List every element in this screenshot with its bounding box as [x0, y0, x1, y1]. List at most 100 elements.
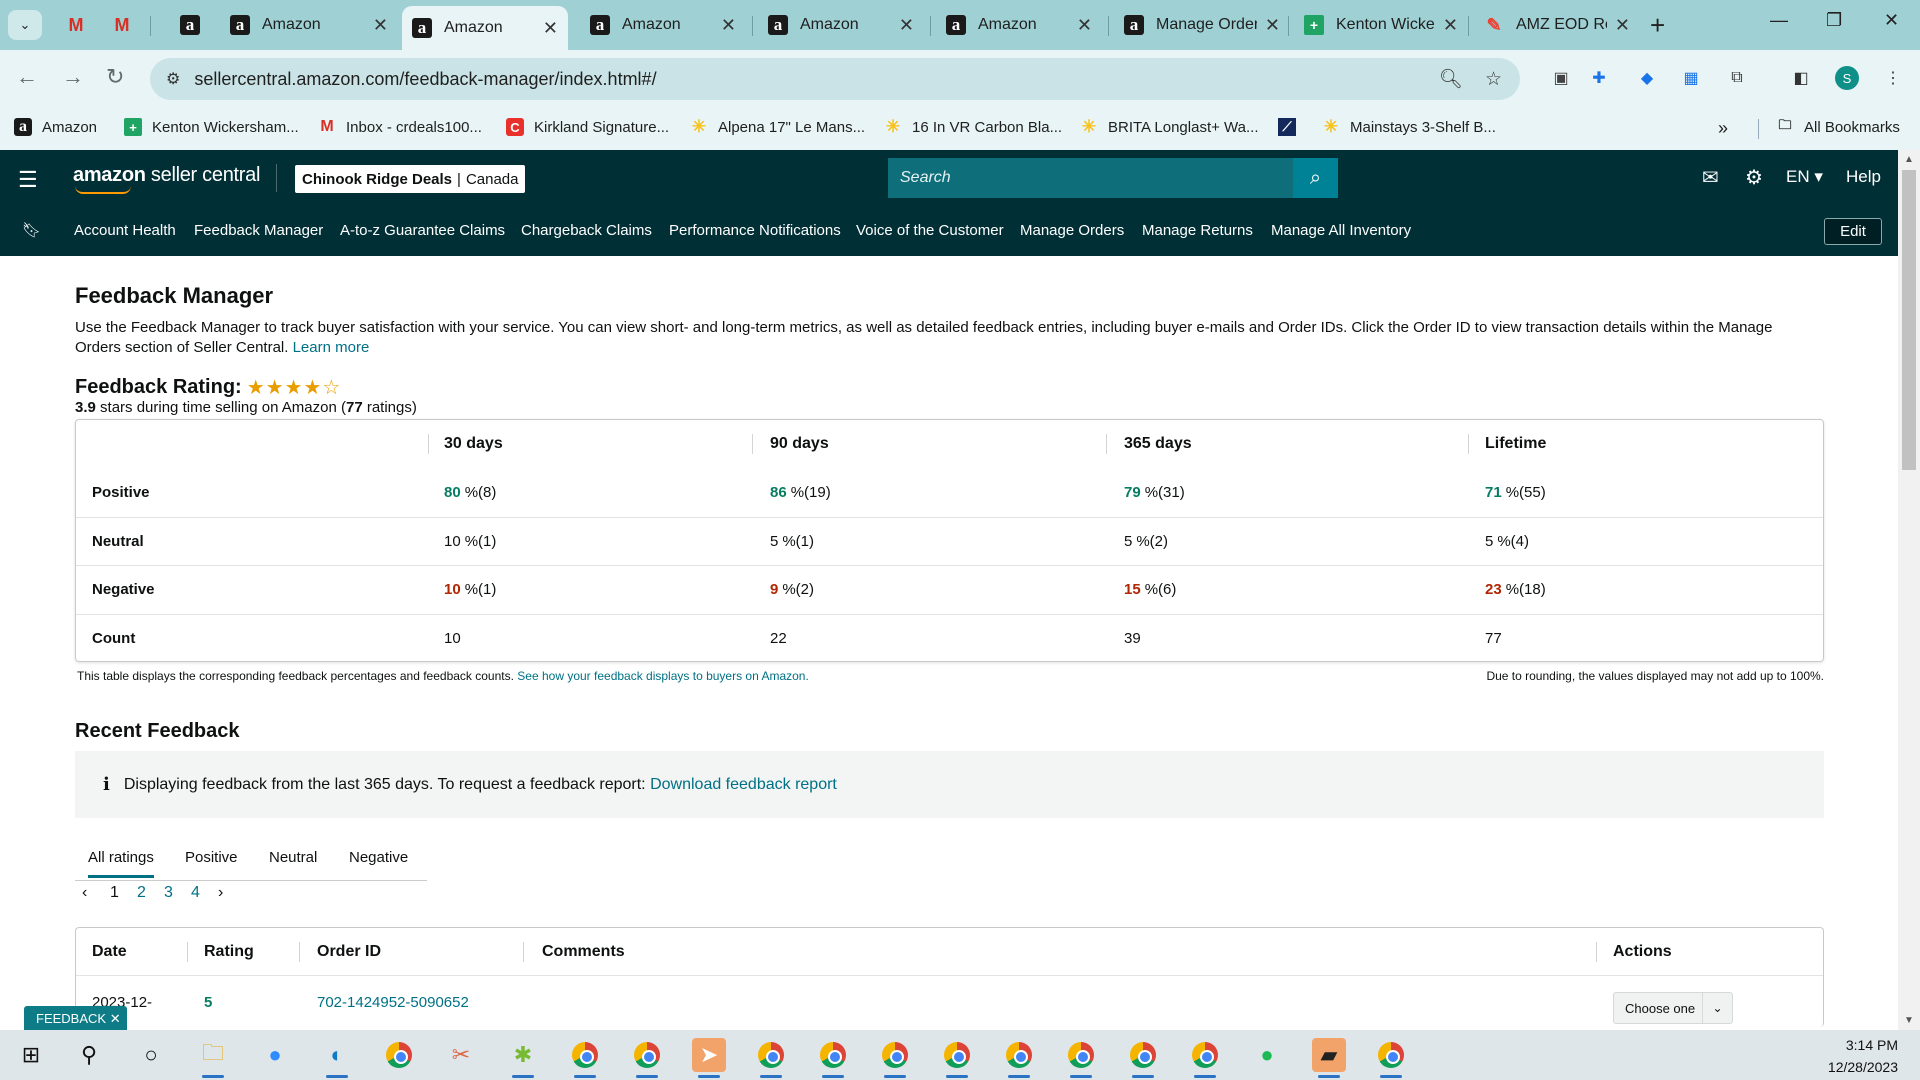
tab-amazon-3[interactable]: a Amazon ✕: [580, 8, 746, 42]
extensions-puzzle-icon[interactable]: ⧉: [1724, 65, 1750, 91]
action-dropdown[interactable]: Choose one ⌄: [1613, 992, 1733, 1024]
bookmark-item[interactable]: ✳ Mainstays 3-Shelf B...: [1322, 117, 1496, 136]
nav-account-health[interactable]: Account Health: [74, 222, 176, 239]
page-3[interactable]: 3: [164, 884, 173, 902]
search-icon[interactable]: ⌕: [1293, 158, 1338, 198]
extension-icon[interactable]: ✚: [1586, 65, 1612, 91]
forward-button[interactable]: →: [62, 64, 84, 90]
bookmark-item[interactable]: ✳ 16 In VR Carbon Bla...: [884, 117, 1062, 136]
close-icon[interactable]: ✕: [1077, 15, 1092, 36]
bookmark-item[interactable]: C Kirkland Signature...: [506, 118, 669, 136]
tab-search-button[interactable]: ⌄: [8, 10, 42, 40]
close-icon[interactable]: ✕: [721, 15, 736, 36]
order-id-link[interactable]: 702-1424952-5090652: [317, 994, 469, 1011]
chrome-icon[interactable]: [1064, 1038, 1098, 1078]
bookmark-item[interactable]: + Kenton Wickersham...: [124, 118, 299, 136]
sticky-notes-icon[interactable]: ▰: [1312, 1038, 1346, 1078]
page-1[interactable]: 1: [110, 884, 119, 902]
bookmark-item[interactable]: ✳ BRITA Longlast+ Wa...: [1080, 117, 1259, 136]
slack-icon[interactable]: ✱: [506, 1038, 540, 1078]
tab-kenton-wickersham[interactable]: + Kenton Wickersham ✕: [1294, 8, 1468, 42]
file-explorer-icon[interactable]: 🗀: [196, 1038, 230, 1078]
tab-amazon-active[interactable]: a Amazon ✕: [402, 6, 568, 50]
telegram-icon[interactable]: ➤: [692, 1038, 726, 1078]
chrome-icon[interactable]: [1002, 1038, 1036, 1078]
snipping-tool-icon[interactable]: ✂: [444, 1038, 478, 1072]
bookmark-star-icon[interactable]: ☆: [1485, 68, 1502, 91]
tab-neutral[interactable]: Neutral: [269, 849, 317, 866]
tab-gmail-2[interactable]: M: [102, 8, 144, 42]
edge-icon[interactable]: ◐: [320, 1038, 354, 1078]
new-tab-button[interactable]: +: [1650, 10, 1665, 41]
bookmark-item[interactable]: M Inbox - crdeals100...: [318, 118, 482, 136]
close-icon[interactable]: ✕: [1265, 15, 1280, 36]
feedback-widget-tab[interactable]: FEEDBACK ✕: [24, 1006, 127, 1031]
chrome-icon[interactable]: [1374, 1038, 1408, 1078]
tab-negative[interactable]: Negative: [349, 849, 408, 866]
bookmark-item[interactable]: a Amazon: [14, 118, 97, 136]
close-icon[interactable]: ✕: [1443, 15, 1458, 36]
address-bar[interactable]: ⚙ sellercentral.amazon.com/feedback-mana…: [150, 58, 1520, 100]
side-panel-icon[interactable]: ◧: [1788, 65, 1814, 91]
language-selector[interactable]: EN ▾: [1786, 167, 1823, 187]
all-bookmarks[interactable]: 🗀 All Bookmarks: [1776, 117, 1899, 136]
see-feedback-display-link[interactable]: See how your feedback displays to buyers…: [517, 669, 809, 683]
chevron-left-icon[interactable]: ‹: [82, 884, 87, 902]
more-bookmarks-icon[interactable]: »: [1718, 118, 1728, 139]
tab-amazon-1[interactable]: a Amazon ✕: [220, 8, 398, 42]
tab-all-ratings[interactable]: All ratings: [88, 849, 154, 878]
zoom-icon[interactable]: ●: [258, 1038, 292, 1072]
search-input[interactable]: Search: [888, 158, 1338, 198]
restore-button[interactable]: ❐: [1826, 10, 1842, 31]
tab-amazon-5[interactable]: a Amazon ✕: [936, 8, 1102, 42]
nav-a-to-z-claims[interactable]: A-to-z Guarantee Claims: [340, 222, 505, 239]
gear-icon[interactable]: ⚙: [1745, 165, 1763, 190]
help-link[interactable]: Help: [1846, 167, 1881, 187]
extension-off-icon[interactable]: ▣: [1548, 65, 1574, 91]
nav-voice-of-customer[interactable]: Voice of the Customer: [856, 222, 1004, 239]
chrome-icon[interactable]: [940, 1038, 974, 1078]
scroll-up-icon[interactable]: ▲: [1904, 154, 1914, 165]
more-menu-icon[interactable]: ⋮: [1880, 65, 1906, 91]
spotify-icon[interactable]: ●: [1250, 1038, 1284, 1072]
page-scrollbar[interactable]: ▲ ▼: [1898, 150, 1920, 1030]
nav-manage-returns[interactable]: Manage Returns: [1142, 222, 1253, 239]
chrome-icon[interactable]: [816, 1038, 850, 1078]
nav-feedback-manager[interactable]: Feedback Manager: [194, 222, 323, 239]
store-switcher[interactable]: Chinook Ridge Deals | Canada: [295, 165, 526, 193]
close-icon[interactable]: ✕: [543, 18, 558, 39]
task-view-icon[interactable]: ○: [134, 1038, 168, 1072]
tab-amazon-4[interactable]: a Amazon ✕: [758, 8, 924, 42]
edit-nav-button[interactable]: Edit: [1824, 218, 1882, 245]
tab-amazon-pinned[interactable]: a: [170, 8, 214, 42]
page-4[interactable]: 4: [191, 884, 200, 902]
tab-positive[interactable]: Positive: [185, 849, 238, 866]
learn-more-link[interactable]: Learn more: [293, 339, 370, 356]
tab-amz-eod-report[interactable]: ✎ AMZ EOD Report ✕: [1474, 8, 1640, 42]
reload-button[interactable]: ↻: [106, 64, 124, 90]
extension-icon[interactable]: ◆: [1634, 65, 1660, 91]
nav-performance-notifications[interactable]: Performance Notifications: [669, 222, 841, 239]
search-icon[interactable]: ⚲: [72, 1038, 106, 1072]
chrome-icon[interactable]: [878, 1038, 912, 1078]
download-feedback-report-link[interactable]: Download feedback report: [650, 776, 837, 794]
close-icon[interactable]: ✕: [1615, 15, 1630, 36]
close-icon[interactable]: ✕: [110, 1011, 121, 1027]
extension-ok-icon[interactable]: ▦: [1678, 65, 1704, 91]
bookmark-icon[interactable]: 🔖︎: [22, 221, 41, 239]
scroll-down-icon[interactable]: ▼: [1904, 1015, 1914, 1026]
chrome-icon[interactable]: [754, 1038, 788, 1078]
close-window-button[interactable]: ✕: [1884, 10, 1899, 31]
tab-manage-orders[interactable]: a Manage Orders ✕: [1114, 8, 1290, 42]
bookmark-item[interactable]: ⟋: [1278, 118, 1306, 136]
minimize-button[interactable]: —: [1770, 10, 1788, 31]
nav-manage-orders[interactable]: Manage Orders: [1020, 222, 1124, 239]
mail-icon[interactable]: ✉: [1702, 165, 1719, 190]
nav-chargeback-claims[interactable]: Chargeback Claims: [521, 222, 652, 239]
windows-start-icon[interactable]: ⊞: [14, 1038, 48, 1072]
chrome-icon[interactable]: [382, 1038, 416, 1072]
scrollbar-thumb[interactable]: [1902, 170, 1916, 470]
chrome-icon[interactable]: [630, 1038, 664, 1078]
chrome-icon[interactable]: [568, 1038, 602, 1078]
profile-avatar[interactable]: S: [1835, 66, 1859, 90]
